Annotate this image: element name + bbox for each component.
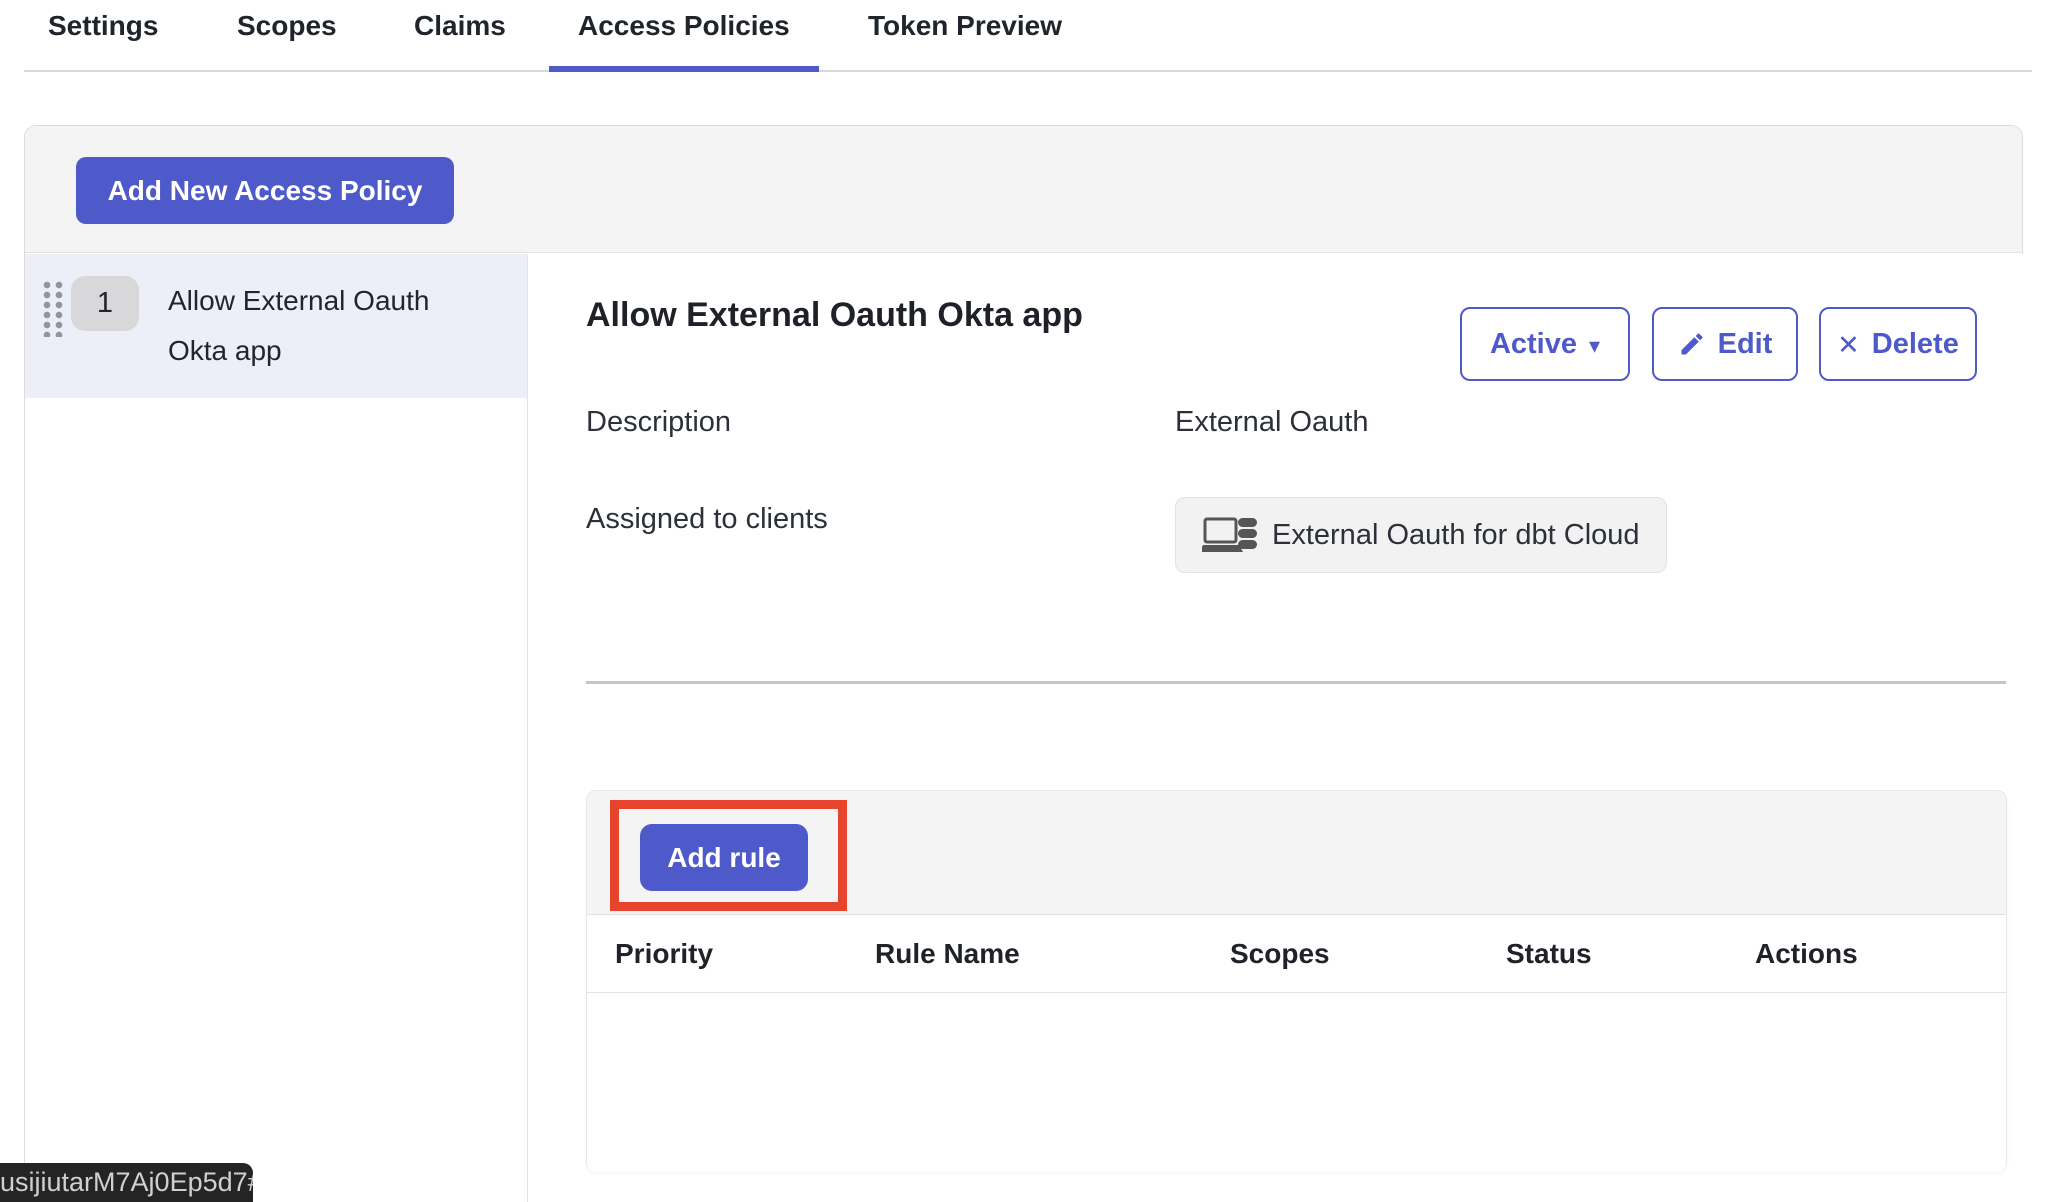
tab-scopes[interactable]: Scopes [237,10,337,42]
panel-body: 1 Allow External Oauth Okta app Allow Ex… [25,254,2022,1202]
panel-header: Add New Access Policy [25,126,2022,253]
active-tab-underline [549,66,819,72]
assigned-clients-label: Assigned to clients [586,503,828,536]
policy-list-item[interactable]: 1 Allow External Oauth Okta app [25,254,527,398]
delete-button[interactable]: ✕ Delete [1819,307,1977,381]
column-header-status: Status [1506,938,1592,970]
tab-claims[interactable]: Claims [414,10,506,42]
edit-button-label: Edit [1718,328,1773,361]
rules-table-body-empty [587,994,2006,1172]
section-divider [586,681,2006,684]
link-preview-statusbar: usijiutarM7Aj0Ep5d7# [0,1163,253,1202]
client-app-icon [1202,512,1258,558]
policy-title: Allow External Oauth Okta app [586,296,1083,335]
rules-table-header: Priority Rule Name Scopes Status Actions [587,916,2006,993]
column-header-actions: Actions [1755,938,1858,970]
policy-detail: Allow External Oauth Okta app Active ▾ E… [529,254,2024,1202]
access-policies-page: Settings Scopes Claims Access Policies T… [0,0,2058,1202]
tab-token-preview[interactable]: Token Preview [868,10,1062,42]
edit-button[interactable]: Edit [1652,307,1798,381]
access-policies-panel: Add New Access Policy 1 Allow External O… [24,125,2023,1202]
policy-name-line2: Okta app [168,326,488,376]
tab-bar-divider [24,70,2032,72]
active-status-label: Active [1490,328,1577,361]
column-header-rule-name: Rule Name [875,938,1020,970]
description-label: Description [586,406,731,439]
add-rule-button[interactable]: Add rule [640,824,808,891]
assigned-client-chip[interactable]: External Oauth for dbt Cloud [1175,497,1667,573]
add-new-access-policy-button[interactable]: Add New Access Policy [76,157,454,224]
tab-access-policies[interactable]: Access Policies [578,10,790,42]
policy-name-line1: Allow External Oauth [168,276,488,326]
close-icon: ✕ [1837,330,1860,361]
policy-name-label: Allow External Oauth Okta app [168,276,488,376]
rules-header: Add rule [587,791,2006,915]
tab-settings[interactable]: Settings [48,10,158,42]
rules-card: Add rule Priority Rule Name Scopes Statu… [586,790,2007,1172]
delete-button-label: Delete [1872,328,1959,361]
column-header-priority: Priority [615,938,713,970]
column-header-scopes: Scopes [1230,938,1330,970]
assigned-client-chip-label: External Oauth for dbt Cloud [1272,519,1640,552]
pencil-icon [1678,330,1706,358]
drag-handle-icon[interactable] [40,279,63,337]
chevron-down-icon: ▾ [1589,333,1600,359]
policy-list-sidebar: 1 Allow External Oauth Okta app [25,254,528,1202]
description-value: External Oauth [1175,406,1368,439]
active-status-dropdown[interactable]: Active ▾ [1460,307,1630,381]
policy-priority-badge: 1 [71,276,139,331]
tab-bar: Settings Scopes Claims Access Policies T… [0,0,2058,73]
